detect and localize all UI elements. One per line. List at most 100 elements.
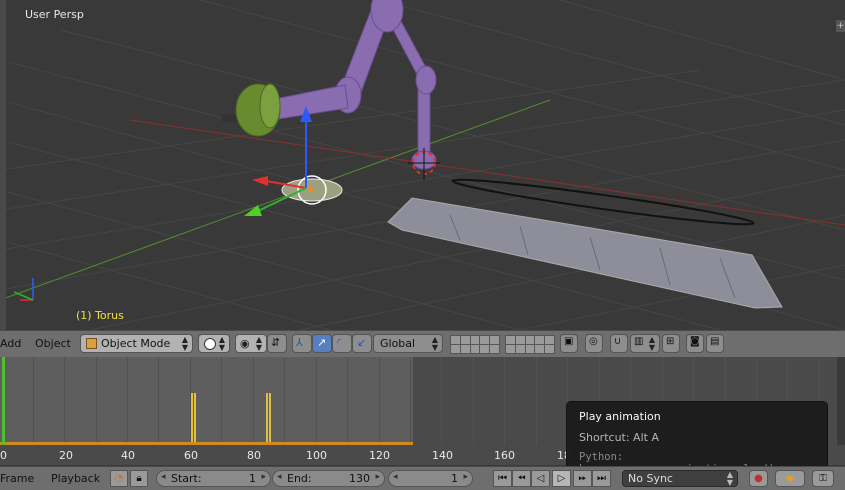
mode-dropdown-label: Object Mode (101, 337, 171, 350)
frame-label: 60 (184, 449, 198, 462)
frame-label: 80 (247, 449, 261, 462)
axes-icon: ⅄ (296, 336, 303, 349)
jump-start-icon: ⏮︎ (498, 473, 507, 484)
orientation-dropdown[interactable]: Global ▲ ▼ (373, 334, 443, 353)
tooltip-title: Play animation (579, 410, 661, 423)
scale-icon: ↙ (357, 336, 367, 349)
3d-viewport[interactable]: User Persp (1) Torus + (0, 0, 845, 330)
menu-playback[interactable]: Playback (51, 472, 100, 485)
viewport-header: Add Object Object Mode ▲ ▼ ▲ ▼ ◉ ▲ ▼ ⇵ ⅄ ↗ … (0, 330, 845, 357)
timeline-scrollbar[interactable] (837, 357, 845, 445)
jump-end-button[interactable]: ⏭︎ (592, 470, 611, 487)
manipulator-toggle-button[interactable]: ⇵ (267, 334, 287, 353)
render-button[interactable]: ◙ (686, 334, 704, 353)
frame-label: 140 (432, 449, 453, 462)
rotate-manipulator-button[interactable]: ◜ (332, 334, 352, 353)
snap-target-button[interactable]: ⊞ (662, 334, 680, 353)
start-value: 1 (249, 472, 256, 485)
circle-icon: ◎ (589, 336, 598, 347)
clock-icon: ◔ (114, 473, 124, 484)
end-frame-field[interactable]: ◂ End: 130 ▸ (272, 470, 385, 487)
prev-keyframe-icon: ⏪︎ (517, 473, 526, 484)
clapperboard-icon: ▤ (710, 336, 720, 347)
render-animation-button[interactable]: ▤ (706, 334, 724, 353)
scale-manipulator-button[interactable]: ↙ (352, 334, 372, 353)
chevron-left-icon: ◂ (393, 472, 398, 482)
pivot-dropdown[interactable]: ◉ ▲ ▼ (235, 334, 267, 353)
play-icon: ▷ (557, 473, 566, 484)
shading-dropdown[interactable]: ▲ ▼ (198, 334, 230, 353)
key-icon: ◆ (786, 473, 794, 484)
play-reverse-icon: ◁ (536, 473, 545, 484)
jump-start-button[interactable]: ⏮︎ (493, 470, 512, 487)
menu-frame[interactable]: Frame (0, 472, 34, 485)
sync-dropdown[interactable]: No Sync ▲ ▼ (622, 470, 738, 487)
chevron-right-icon: ▸ (463, 472, 468, 482)
frame-label: 20 (59, 449, 73, 462)
magnet-icon: ∪ (614, 336, 622, 347)
keying-button[interactable]: ◔ (110, 470, 128, 487)
chevron-updown-icon: ▲ ▼ (726, 470, 733, 487)
start-frame-field[interactable]: ◂ Start: 1 ▸ (156, 470, 271, 487)
record-button[interactable]: ● (749, 470, 768, 487)
keyframe-marker[interactable] (269, 393, 271, 445)
region-expand-icon[interactable]: + (836, 20, 845, 32)
active-object-label: (1) Torus (76, 309, 124, 322)
view-name-label: User Persp (25, 8, 84, 21)
next-keyframe-button[interactable]: ⏩︎ (573, 470, 592, 487)
translate-manipulator-button[interactable]: ⅄ (292, 334, 312, 353)
sync-label: No Sync (628, 472, 673, 485)
keyframe-marker[interactable] (191, 393, 193, 445)
manipulator-icon: ⇵ (271, 336, 281, 349)
layers-group-2[interactable] (505, 335, 555, 354)
timeline-header: Frame Playback ◔ 🔒︎ ◂ Start: 1 ▸ ◂ End: … (0, 466, 845, 490)
chevron-updown-icon: ▲ ▼ (255, 335, 262, 352)
snap-element-dropdown[interactable]: ▥ ▲ ▼ (630, 334, 660, 353)
lock-layers-button[interactable]: ▣ (560, 334, 578, 353)
start-label: Start: (171, 472, 202, 485)
cube-icon (86, 338, 97, 349)
chevron-updown-icon: ▲ ▼ (648, 335, 655, 352)
menu-add[interactable]: Add (0, 337, 21, 350)
chevron-left-icon: ◂ (277, 472, 282, 482)
keying-set-dropdown[interactable]: ◆ (775, 470, 805, 487)
frame-label: 40 (121, 449, 135, 462)
proportional-edit-button[interactable]: ◎ (585, 334, 603, 353)
frame-label: 100 (306, 449, 327, 462)
layers-group-1[interactable] (450, 335, 500, 354)
play-reverse-button[interactable]: ◁ (531, 470, 550, 487)
chevron-updown-icon: ▲ ▼ (431, 335, 438, 352)
pivot-icon: ◉ (240, 337, 250, 350)
lock-icon: ▣ (564, 336, 574, 347)
arrow-icon: ↗ (317, 336, 327, 349)
keyframe-icon: ⚿ (819, 473, 827, 484)
insert-keyframe-button[interactable]: ⚿ (812, 470, 834, 487)
move-manipulator-button[interactable]: ↗ (312, 334, 332, 353)
rotate-icon: ◜ (337, 336, 342, 349)
lock-range-button[interactable]: 🔒︎ (130, 470, 148, 487)
current-frame-field[interactable]: ◂ 1 ▸ (388, 470, 473, 487)
grid-icon: ⊞ (666, 336, 675, 347)
chevron-left-icon: ◂ (161, 472, 166, 482)
tooltip-shortcut: Shortcut: Alt A (579, 431, 659, 444)
chevron-right-icon: ▸ (261, 472, 266, 482)
playhead[interactable] (2, 357, 5, 445)
snap-icon: ▥ (634, 336, 644, 347)
sphere-icon (204, 338, 216, 350)
play-button[interactable]: ▷ (552, 470, 571, 487)
orientation-label: Global (380, 337, 416, 350)
keyframe-marker[interactable] (266, 393, 268, 445)
frame-label: 0 (0, 449, 7, 462)
end-label: End: (287, 472, 312, 485)
menu-object[interactable]: Object (35, 337, 71, 350)
chevron-updown-icon: ▲ ▼ (218, 335, 225, 352)
keyframe-marker[interactable] (194, 393, 196, 445)
chevron-right-icon: ▸ (375, 472, 380, 482)
frame-label: 120 (369, 449, 390, 462)
end-value: 130 (349, 472, 370, 485)
mode-dropdown[interactable]: Object Mode ▲ ▼ (80, 334, 193, 353)
viewport-scene (0, 0, 845, 330)
frame-label: 160 (494, 449, 515, 462)
prev-keyframe-button[interactable]: ⏪︎ (512, 470, 531, 487)
snap-toggle-button[interactable]: ∪ (610, 334, 628, 353)
